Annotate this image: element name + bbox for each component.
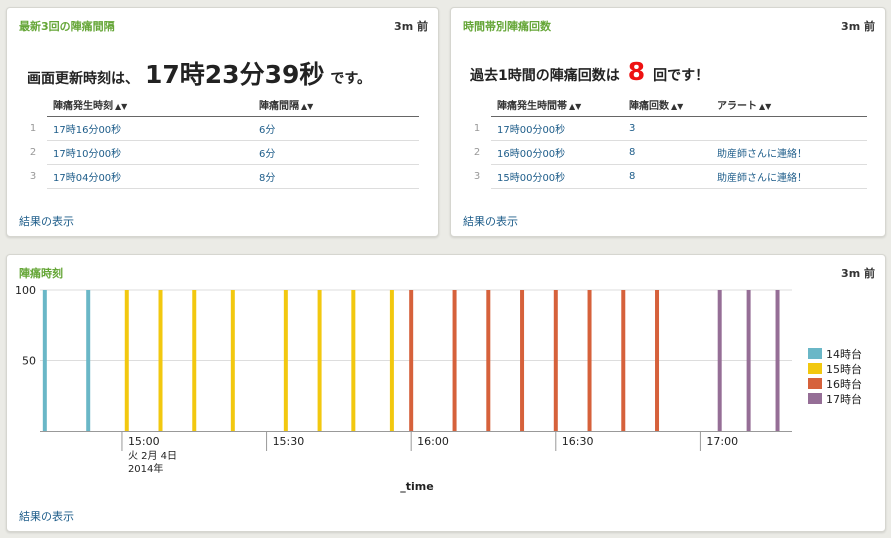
column-header-alert[interactable]: アラート ▲▼ — [711, 93, 867, 117]
column-header-count[interactable]: 陣痛回数 ▲▼ — [623, 93, 711, 117]
cell-count[interactable]: 3 — [623, 116, 711, 141]
headline-suffix: です。 — [330, 71, 371, 87]
view-results-link[interactable]: 結果の表示 — [19, 213, 74, 229]
cell-alert[interactable]: 助産師さんに連絡！ — [711, 164, 867, 189]
headline-prefix: 過去1時間の陣痛回数は — [470, 68, 620, 84]
view-results-link[interactable]: 結果の表示 — [463, 213, 518, 229]
legend-label: 16時台 — [826, 377, 862, 391]
sort-icon: ▲▼ — [569, 102, 582, 111]
legend-swatch — [808, 348, 822, 359]
table-row: 1 17時00分00秒 3 — [463, 116, 867, 141]
index-header — [463, 93, 491, 117]
sort-icon: ▲▼ — [301, 102, 314, 111]
legend-swatch — [808, 393, 822, 404]
column-label: アラート — [717, 101, 757, 112]
refresh-time-value: 17時23分39秒 — [145, 60, 325, 89]
legend-label: 15時台 — [826, 362, 862, 376]
cell-time-slot[interactable]: 16時00分00秒 — [491, 140, 623, 165]
column-header-onset-time[interactable]: 陣痛発生時刻 ▲▼ — [47, 93, 253, 117]
cell-interval[interactable]: 6分 — [253, 116, 419, 141]
panel-latest-intervals: 最新3回の陣痛間隔 3m 前 画面更新時刻は、 17時23分39秒 です。 陣痛発生… — [6, 7, 439, 237]
table-row: 2 17時10分00秒 6分 — [19, 140, 419, 165]
cell-count[interactable]: 8 — [623, 140, 711, 165]
chart-legend: 14時台 15時台 16時台 17時台 — [808, 346, 862, 406]
intervals-table: 陣痛発生時刻 ▲▼ 陣痛間隔 ▲▼ 1 17時16分00秒 6分 2 17時10分0… — [19, 93, 419, 189]
legend-item[interactable]: 15時台 — [808, 361, 862, 376]
legend-label: 17時台 — [826, 392, 862, 406]
column-label: 陣痛回数 — [629, 101, 669, 112]
panel-title: 陣痛時刻 — [19, 267, 63, 280]
contraction-count-value: 8 — [627, 57, 646, 86]
sort-icon: ▲▼ — [115, 102, 128, 111]
sort-icon: ▲▼ — [671, 102, 684, 111]
headline-prefix: 画面更新時刻は、 — [27, 71, 139, 87]
table-row: 3 15時00分00秒 8 助産師さんに連絡！ — [463, 164, 867, 189]
legend-item[interactable]: 17時台 — [808, 391, 862, 406]
table-row: 1 17時16分00秒 6分 — [19, 116, 419, 141]
legend-item[interactable]: 16時台 — [808, 376, 862, 391]
legend-label: 14時台 — [826, 347, 862, 361]
column-label: 陣痛発生時間帯 — [497, 101, 567, 112]
legend-item[interactable]: 14時台 — [808, 346, 862, 361]
legend-swatch — [808, 363, 822, 374]
panel-timestamp: 3m 前 — [841, 267, 875, 280]
cell-time-slot[interactable]: 17時00分00秒 — [491, 116, 623, 141]
row-index: 2 — [473, 147, 481, 158]
headline-suffix: 回です！ — [653, 68, 710, 84]
cell-time-slot[interactable]: 15時00分00秒 — [491, 164, 623, 189]
column-header-time-slot[interactable]: 陣痛発生時間帯 ▲▼ — [491, 93, 623, 117]
panel-hourly-counts: 時間帯別陣痛回数 3m 前 過去1時間の陣痛回数は 8 回です！ 陣痛発生時間帯 ▲▼… — [450, 7, 886, 237]
cell-onset-time[interactable]: 17時16分00秒 — [47, 116, 253, 141]
cell-onset-time[interactable]: 17時10分00秒 — [47, 140, 253, 165]
count-headline: 過去1時間の陣痛回数は 8 回です！ — [470, 57, 709, 86]
cell-onset-time[interactable]: 17時04分00秒 — [47, 164, 253, 189]
panel-contraction-times: 陣痛時刻 3m 前 結果の表示 — [6, 254, 886, 532]
column-label: 陣痛間隔 — [259, 101, 299, 112]
column-header-interval[interactable]: 陣痛間隔 ▲▼ — [253, 93, 419, 117]
table-row: 2 16時00分00秒 8 助産師さんに連絡！ — [463, 140, 867, 165]
view-results-link[interactable]: 結果の表示 — [19, 508, 74, 524]
cell-interval[interactable]: 8分 — [253, 164, 419, 189]
index-header — [19, 93, 47, 117]
row-index: 2 — [29, 147, 37, 158]
panel-title: 最新3回の陣痛間隔 — [19, 20, 115, 33]
row-index: 3 — [473, 171, 481, 182]
panel-title: 時間帯別陣痛回数 — [463, 20, 551, 33]
sort-icon: ▲▼ — [759, 102, 772, 111]
row-index: 1 — [29, 123, 37, 134]
cell-alert[interactable]: 助産師さんに連絡！ — [711, 140, 867, 165]
panel-timestamp: 3m 前 — [841, 20, 875, 33]
cell-interval[interactable]: 6分 — [253, 140, 419, 165]
cell-count[interactable]: 8 — [623, 164, 711, 189]
refresh-time-headline: 画面更新時刻は、 17時23分39秒 です。 — [27, 55, 371, 91]
cell-alert[interactable] — [711, 116, 867, 141]
legend-swatch — [808, 378, 822, 389]
hourly-counts-table: 陣痛発生時間帯 ▲▼ 陣痛回数 ▲▼ アラート ▲▼ 1 17時00分00秒 3 2 … — [463, 93, 867, 189]
row-index: 3 — [29, 171, 37, 182]
column-label: 陣痛発生時刻 — [53, 101, 113, 112]
table-row: 3 17時04分00秒 8分 — [19, 164, 419, 189]
panel-timestamp: 3m 前 — [394, 20, 428, 33]
row-index: 1 — [473, 123, 481, 134]
